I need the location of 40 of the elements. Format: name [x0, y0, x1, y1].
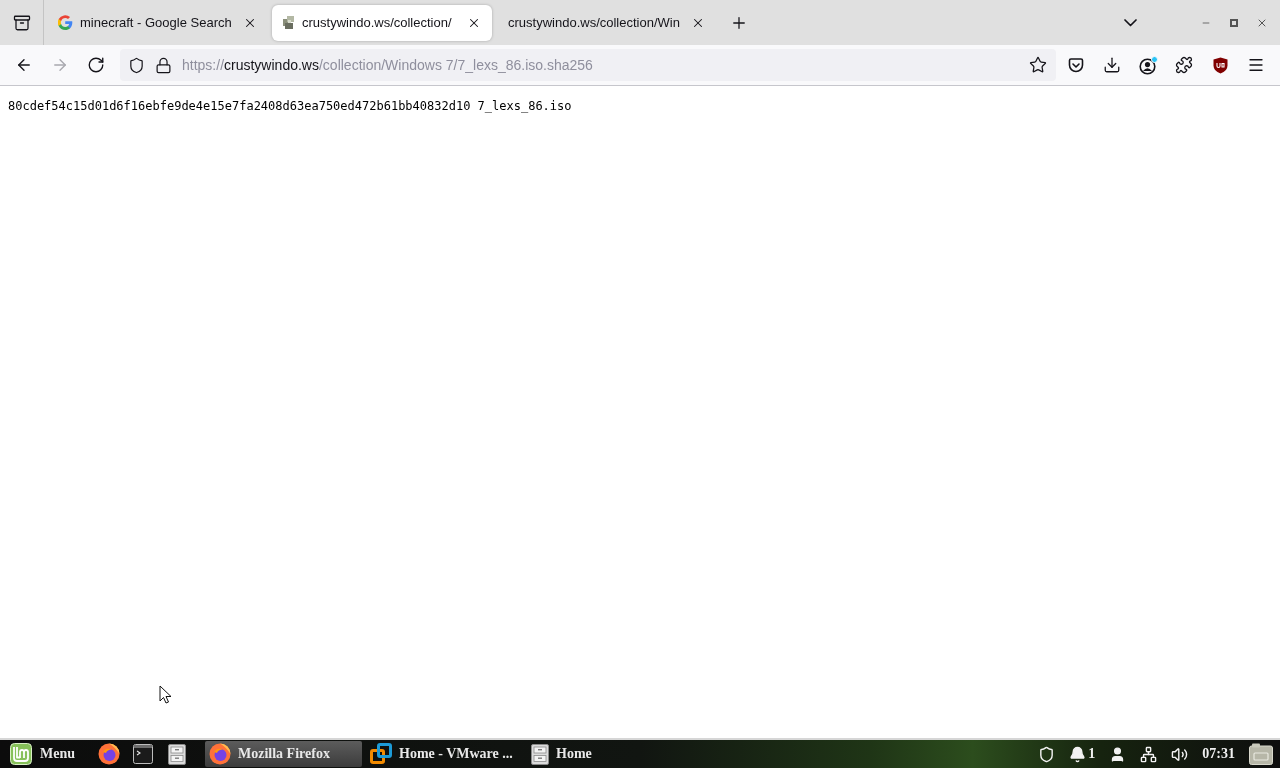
taskbar-window-button[interactable]: Home — [527, 741, 684, 767]
puzzle-icon — [1175, 56, 1193, 74]
tray-box-icon — [12, 13, 31, 32]
reload-icon — [87, 56, 105, 74]
calendar-tray-button[interactable] — [1248, 741, 1274, 767]
maximize-icon — [1230, 18, 1238, 27]
chevron-down-icon — [1123, 18, 1137, 27]
vmware-squares-icon — [370, 743, 392, 765]
address-bar[interactable]: https://crustywindo.ws/collection/Windows 7/7_lexs_86.iso.sha256 — [120, 49, 1056, 81]
hash-text: 80cdef54c15d01d6f16ebfe9de4e15e7fa2408d63ea750ed472b61bb40832d10 7_lexs_86.iso — [8, 99, 572, 114]
mint-logo-icon — [10, 743, 32, 765]
browser-tab[interactable]: crustywindo.ws/collection/ — [272, 4, 492, 41]
pocket-icon — [1068, 57, 1084, 73]
shield-badge-icon — [1212, 56, 1228, 74]
speaker-icon — [1171, 745, 1189, 763]
shield-icon — [1038, 745, 1056, 763]
forward-arrow-icon — [51, 56, 69, 74]
url-text: https://crustywindo.ws/collection/Windows 7/7_lexs_86.iso.sha256 — [182, 57, 593, 73]
lock-icon — [155, 56, 172, 74]
firefox-icon — [209, 743, 231, 765]
download-icon — [1103, 56, 1121, 74]
firefox-icon — [98, 743, 120, 765]
terminal-icon — [133, 744, 153, 764]
menu-icon — [1247, 56, 1265, 74]
browser-tab[interactable]: minecraft - Google Search — [48, 4, 268, 41]
start-menu-button[interactable]: Menu — [6, 741, 79, 767]
site-favicon-icon — [282, 16, 295, 29]
file-cabinet-icon — [168, 743, 186, 765]
taskbar-window-button[interactable]: Home - VMware ... — [366, 741, 523, 767]
notifications-tray-button[interactable]: 1 — [1068, 741, 1097, 767]
file-cabinet-icon — [531, 743, 549, 765]
google-g-icon — [58, 15, 73, 30]
bell-icon — [1069, 745, 1087, 763]
calendar-icon — [1249, 743, 1273, 765]
taskbar-window-button[interactable]: Mozilla Firefox — [205, 741, 362, 767]
mouse-pointer-icon — [159, 685, 172, 704]
clock[interactable]: 07:31 — [1201, 741, 1236, 767]
shield-icon — [128, 56, 145, 74]
network-icon — [1140, 745, 1158, 763]
browser-tab[interactable]: crustywindo.ws/collection/Win — [496, 4, 716, 41]
